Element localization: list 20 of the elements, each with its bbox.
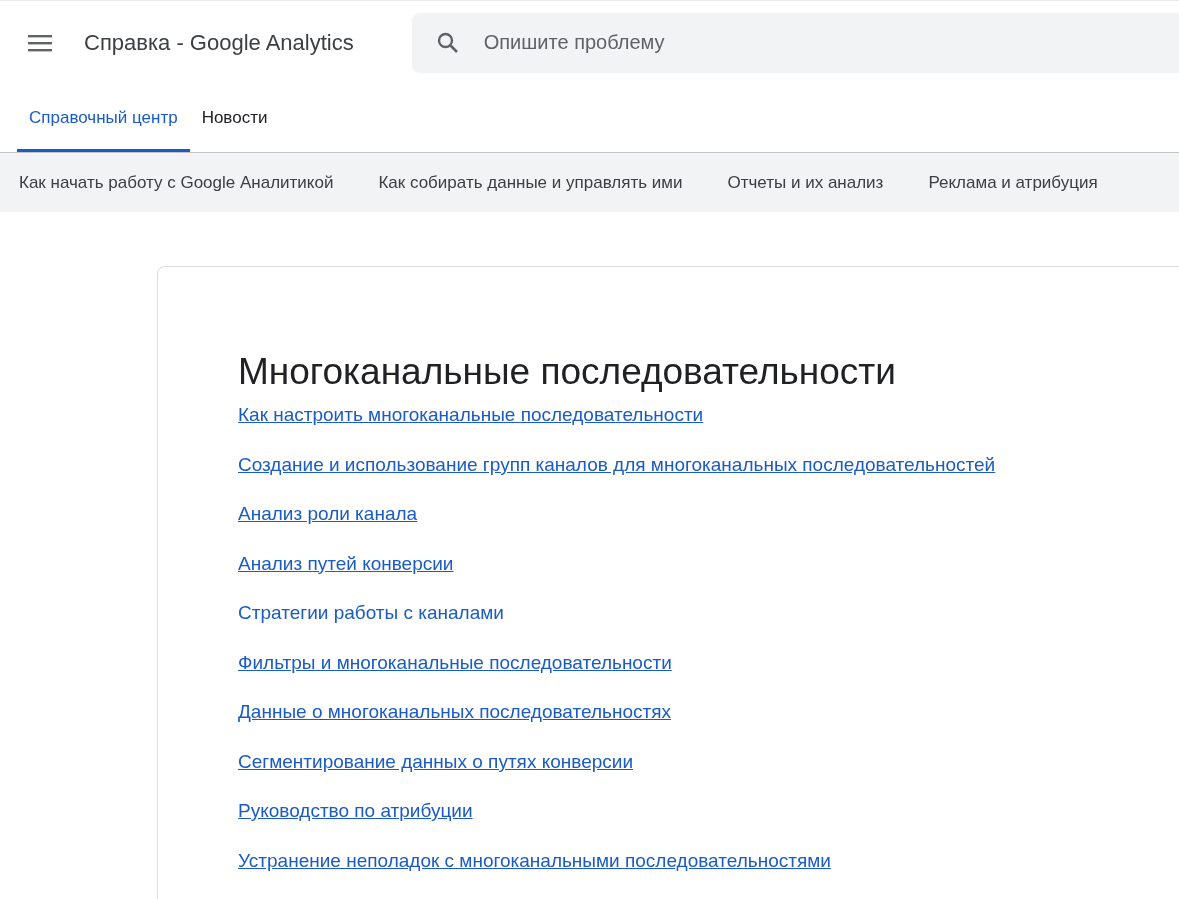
article-link[interactable]: Фильтры и многоканальные последовательности: [238, 650, 672, 675]
site-title: Справка - Google Analytics: [84, 29, 354, 57]
category-link[interactable]: Отчеты и их анализ: [727, 169, 884, 196]
article-link[interactable]: Стратегии работы с каналами: [238, 601, 504, 625]
article-link[interactable]: Сегментирование данных о путях конверсии: [238, 749, 633, 774]
article-link[interactable]: Данные о многоканальных последовательностях: [238, 700, 671, 724]
search-icon: [435, 30, 460, 55]
article-link[interactable]: Устранение неполадок с многоканальными последовательностями: [238, 848, 831, 873]
article-link[interactable]: Создание и использование групп каналов для многоканальных последовательностей: [238, 452, 996, 477]
category-link[interactable]: Реклама и атрибуция: [928, 169, 1098, 196]
article-link[interactable]: Анализ путей конверсии: [238, 551, 454, 576]
search-field[interactable]: Опишите проблему: [411, 12, 1179, 73]
tab[interactable]: Новости: [189, 84, 280, 152]
article-link[interactable]: Анализ роли канала: [238, 502, 418, 526]
category-link[interactable]: Как собирать данные и управлять ими: [378, 169, 683, 196]
article-link[interactable]: Руководство по атрибуции: [238, 799, 473, 823]
menu-icon: [28, 33, 52, 52]
article-title: Многоканальные последовательности: [238, 350, 897, 394]
category-link[interactable]: Как начать работу с Google Аналитикой: [19, 169, 334, 196]
article-link[interactable]: Как настроить многоканальные последовательности: [238, 403, 704, 427]
